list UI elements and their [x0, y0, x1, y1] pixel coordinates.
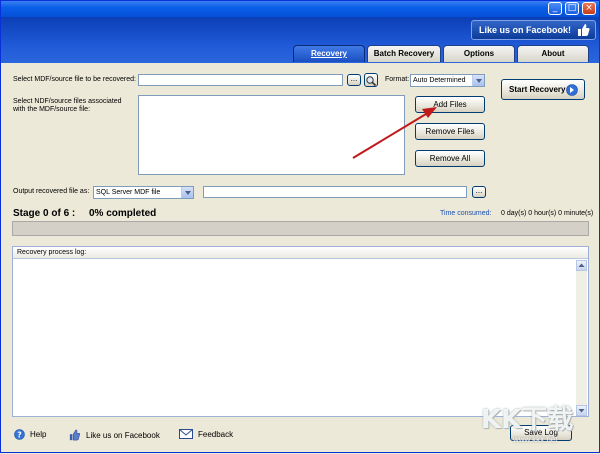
start-recovery-button[interactable]: Start Recovery	[501, 79, 585, 100]
svg-text:?: ?	[17, 430, 22, 439]
facebook-like-label: Like us on Facebook!	[479, 25, 572, 35]
output-type-label: Output recovered file as:	[13, 188, 90, 195]
progress-bar	[12, 221, 589, 236]
envelope-icon	[179, 429, 193, 439]
remove-all-button[interactable]: Remove All	[415, 150, 485, 167]
percent-completed: 0% completed	[89, 208, 157, 219]
recovery-log-panel: Recovery process log:	[12, 246, 589, 417]
close-button[interactable]: ×	[582, 2, 596, 15]
start-recovery-label: Start Recovery	[509, 85, 566, 94]
add-files-button[interactable]: Add Files	[415, 96, 485, 113]
maximize-button[interactable]: □	[565, 2, 579, 15]
output-path-input[interactable]	[203, 186, 467, 198]
time-consumed-label: Time consumed:	[440, 210, 492, 217]
chevron-down-icon	[472, 75, 484, 86]
assoc-files-label-line1: Select NDF/source files associated	[13, 98, 122, 105]
format-select-value: Auto Determined	[413, 77, 466, 84]
help-label: Help	[30, 430, 47, 439]
tab-batch-recovery-label: Batch Recovery	[373, 49, 435, 58]
watermark: KK下载 www.kkx.net	[481, 399, 591, 449]
feedback-link[interactable]: Feedback	[179, 429, 233, 439]
tab-options[interactable]: Options	[443, 45, 515, 62]
feedback-label: Feedback	[198, 429, 234, 439]
thumbs-up-icon	[69, 429, 80, 441]
chevron-down-icon	[181, 187, 193, 198]
format-label: Format:	[385, 76, 410, 83]
tab-batch-recovery[interactable]: Batch Recovery	[367, 45, 441, 62]
mdf-browse-button[interactable]: ...	[347, 74, 361, 86]
assoc-files-label-line2: with the MDF/source file:	[13, 106, 91, 113]
recovery-log-title: Recovery process log:	[13, 247, 588, 259]
tab-recovery-label: Recovery	[310, 49, 348, 58]
output-type-select[interactable]: SQL Server MDF file	[93, 186, 194, 199]
help-link[interactable]: ? Help	[14, 429, 46, 440]
tab-about[interactable]: About	[517, 45, 589, 62]
watermark-logo: KK下载	[481, 405, 574, 435]
facebook-footer-link[interactable]: Like us on Facebook	[69, 429, 160, 441]
remove-files-button[interactable]: Remove Files	[415, 123, 485, 140]
log-scrollbar[interactable]	[576, 260, 587, 416]
thumbs-up-icon	[578, 24, 590, 36]
stage-indicator: Stage 0 of 6 :	[13, 208, 76, 219]
facebook-like-button[interactable]: Like us on Facebook!	[471, 20, 596, 40]
app-window: _ □ × Like us on Facebook! Recovery Batc…	[0, 0, 600, 453]
output-browse-button[interactable]: ...	[472, 186, 486, 198]
scroll-up-icon	[578, 263, 585, 267]
minimize-button[interactable]: _	[548, 2, 562, 15]
time-consumed-value: 0 day(s) 0 hour(s) 0 minute(s)	[501, 210, 594, 217]
help-icon: ?	[14, 429, 25, 440]
magnifier-icon	[366, 76, 377, 87]
tab-about-label: About	[541, 49, 565, 58]
facebook-footer-label: Like us on Facebook	[86, 430, 160, 440]
title-bar: _ □ ×	[1, 1, 599, 17]
assoc-files-list[interactable]	[138, 95, 405, 175]
watermark-url: www.kkx.net	[513, 435, 558, 444]
tab-options-label: Options	[463, 49, 495, 58]
mdf-file-input[interactable]	[138, 74, 343, 86]
tab-recovery[interactable]: Recovery	[293, 45, 365, 62]
mdf-file-label: Select MDF/source file to be recovered:	[13, 76, 136, 83]
arrow-right-circle-icon	[566, 84, 578, 96]
format-select[interactable]: Auto Determined	[410, 74, 485, 87]
output-type-value: SQL Server MDF file	[96, 189, 161, 196]
scroll-up-button[interactable]	[576, 260, 587, 271]
mdf-search-button[interactable]	[364, 73, 378, 87]
